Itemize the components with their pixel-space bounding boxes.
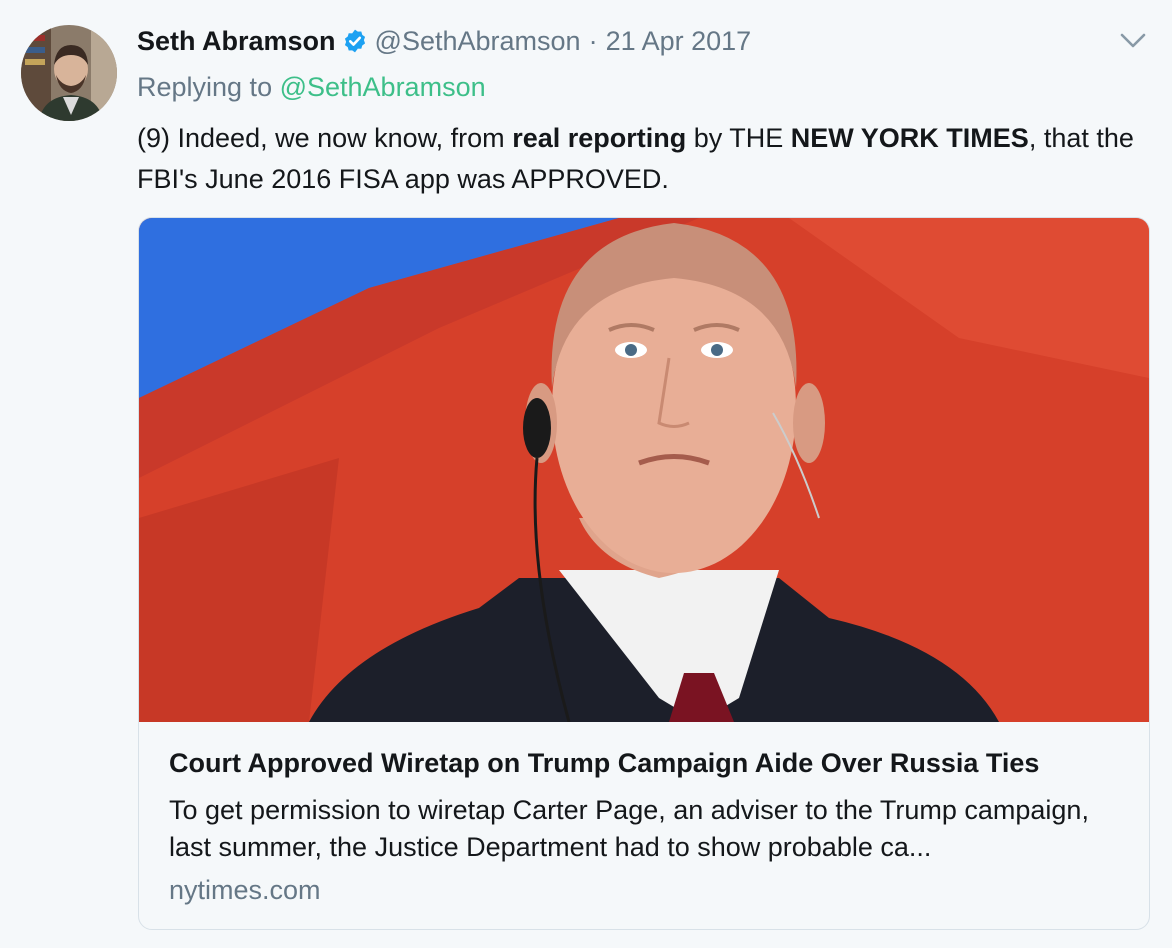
tweet-header: Seth Abramson @SethAbramson · 21 Apr 201… [137, 24, 751, 58]
replying-to-link[interactable]: @SethAbramson [280, 72, 486, 102]
avatar-image [21, 25, 117, 121]
header-separator: · [588, 25, 598, 56]
tweet-date[interactable]: 21 Apr 2017 [606, 26, 752, 57]
tweet-text: (9) Indeed, we now know, from real repor… [137, 118, 1147, 200]
replying-to-line: Replying to @SethAbramson [137, 72, 486, 103]
link-preview-card[interactable]: Court Approved Wiretap on Trump Campaign… [138, 217, 1150, 930]
card-description: To get permission to wiretap Carter Page… [169, 795, 1089, 862]
tweet-text-part: by THE [686, 123, 791, 153]
tweet-text-part: (9) Indeed, we now know, from [137, 123, 513, 153]
replying-to-label: Replying to [137, 72, 280, 102]
author-handle[interactable]: @SethAbramson [375, 26, 581, 57]
chevron-down-icon[interactable] [1119, 30, 1147, 52]
author-avatar[interactable] [21, 25, 117, 121]
card-title[interactable]: Court Approved Wiretap on Trump Campaign… [169, 748, 1039, 779]
card-image [139, 218, 1149, 722]
tweet-text-bold: NEW YORK TIMES [790, 123, 1029, 153]
tweet-text-bold: real reporting [512, 123, 687, 153]
card-domain: nytimes.com [169, 875, 321, 905]
author-name[interactable]: Seth Abramson [137, 26, 336, 57]
verified-badge-icon [344, 29, 365, 53]
